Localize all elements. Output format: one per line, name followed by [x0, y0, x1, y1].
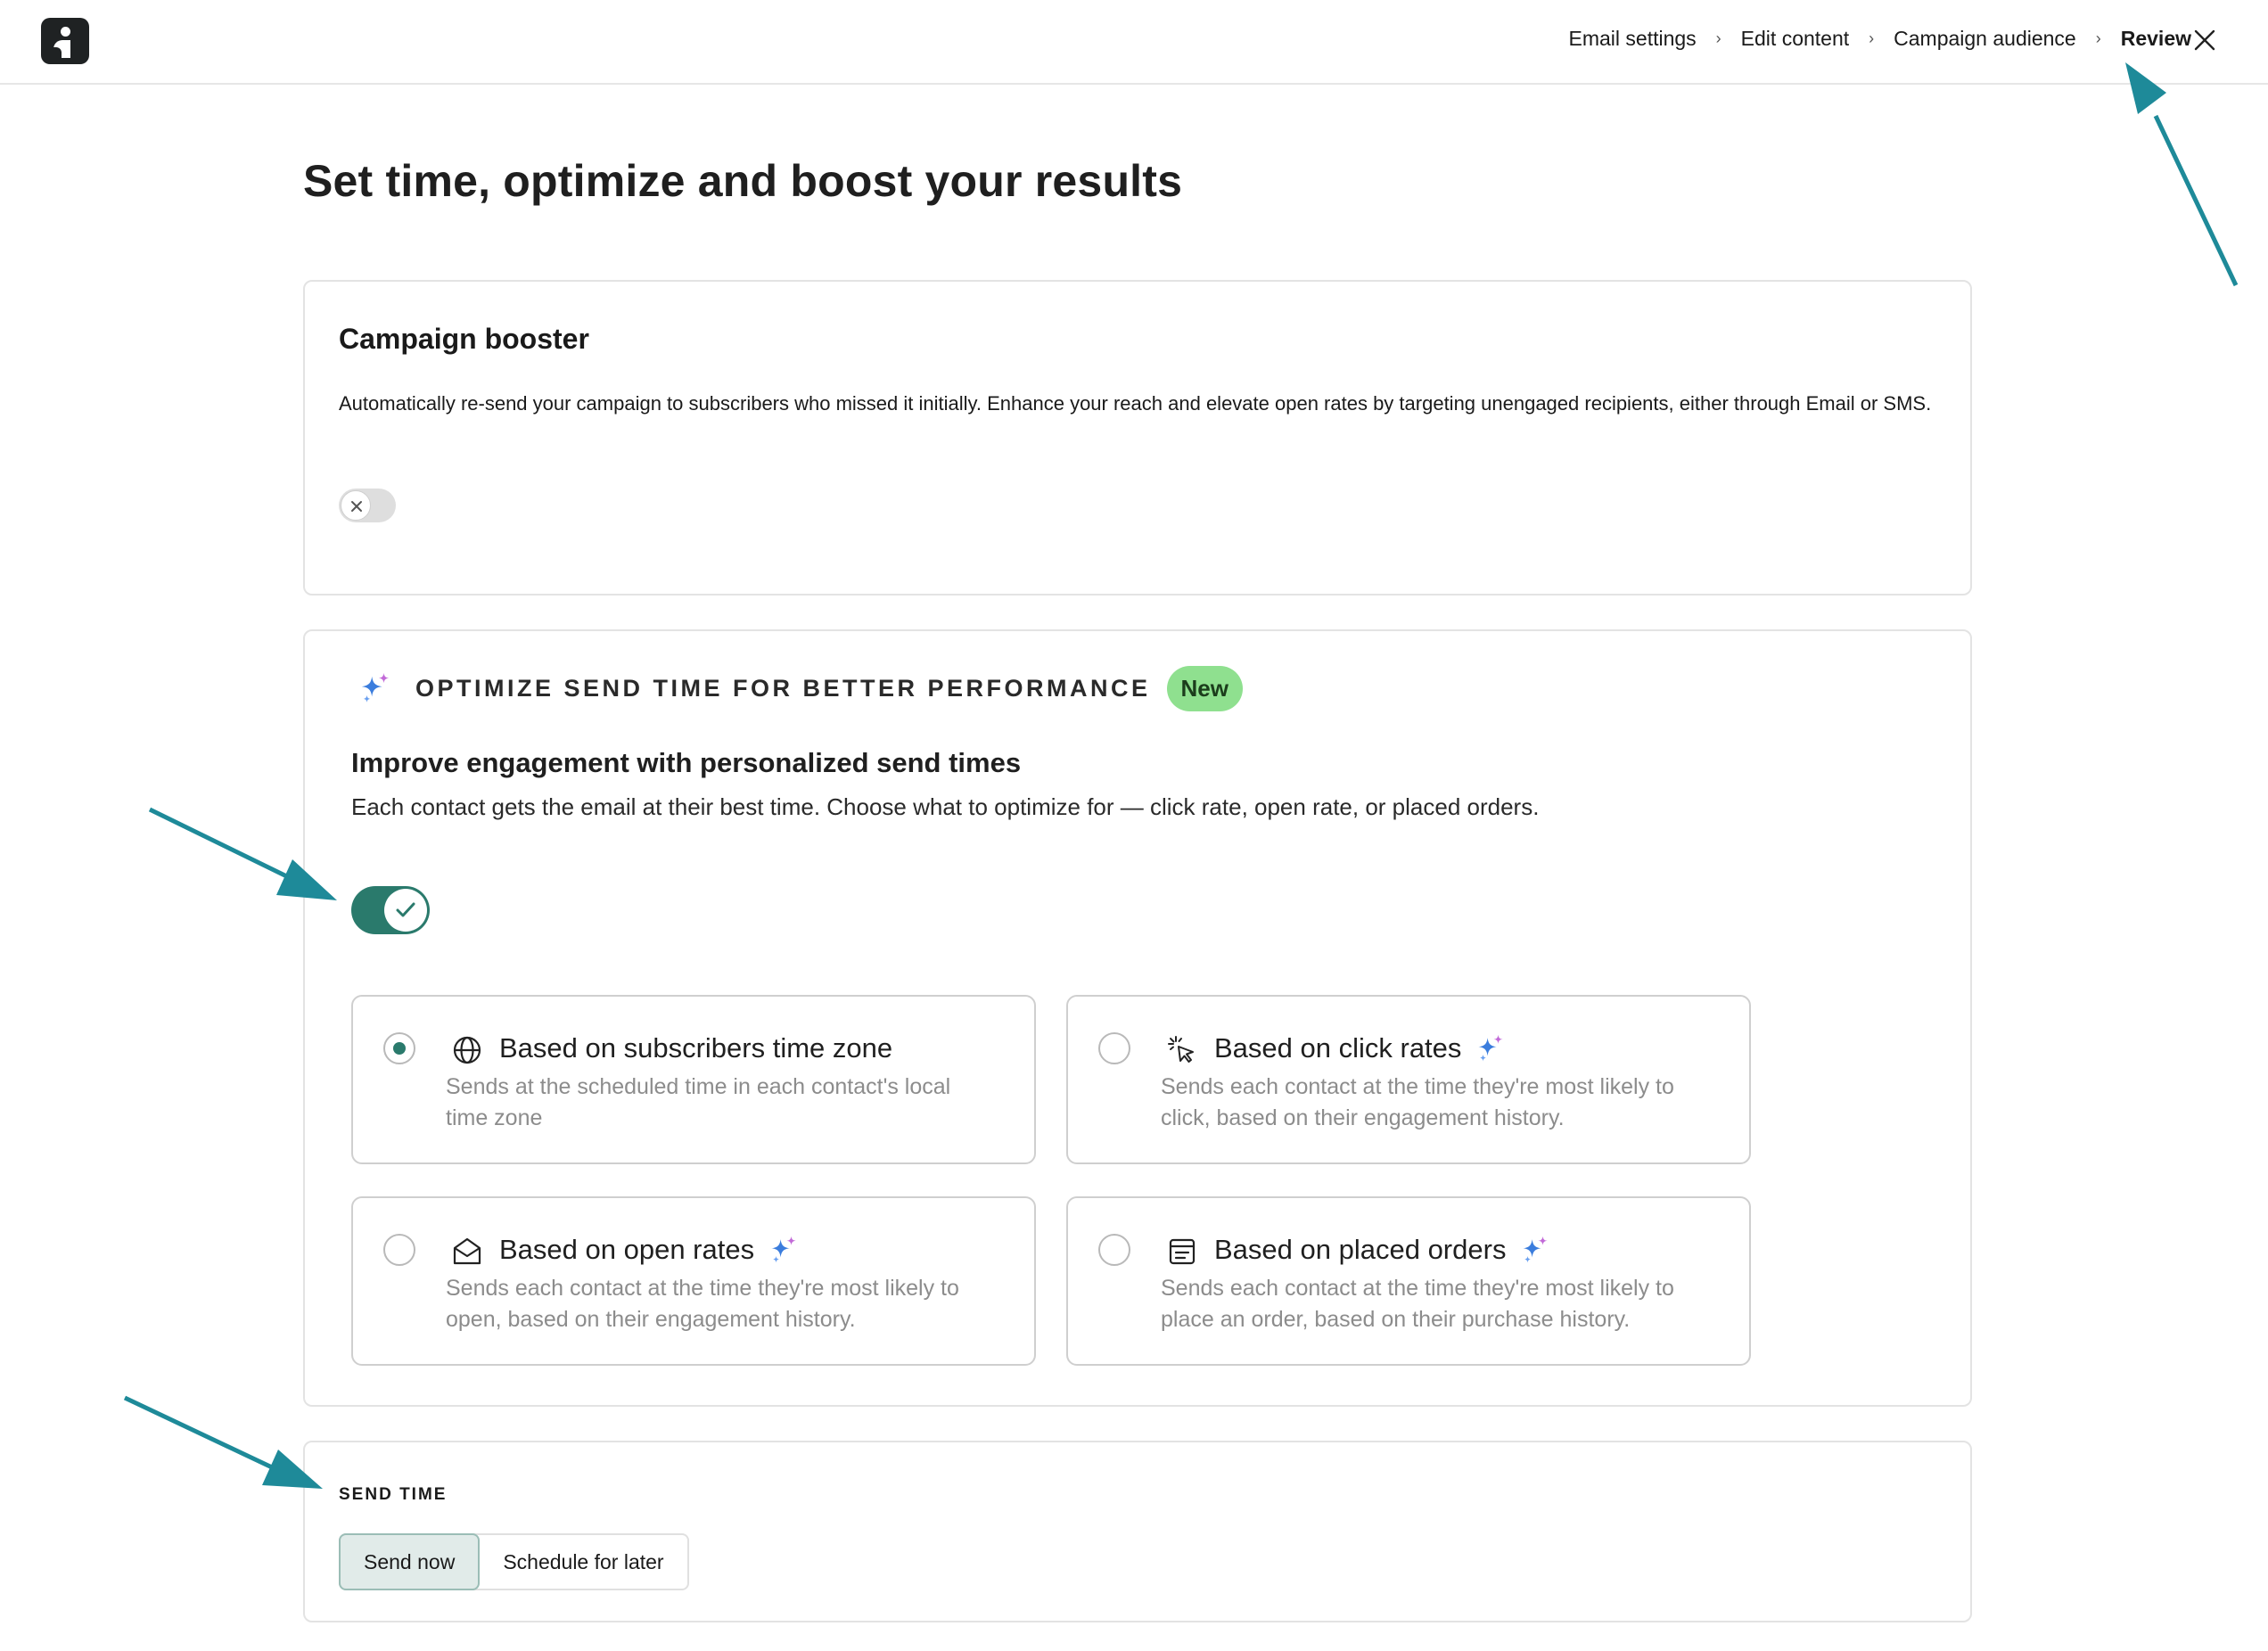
option-label: Based on placed orders: [1214, 1234, 1507, 1265]
sparkle-icon: [1523, 1236, 1549, 1263]
send-time-segmented-control: Send now Schedule for later: [339, 1533, 689, 1590]
optimize-title: OPTIMIZE SEND TIME FOR BETTER PERFORMANC…: [415, 674, 1151, 702]
option-click-rates[interactable]: Based on click rates Sends each contact …: [1066, 995, 1751, 1164]
chevron-right-icon: ›: [2095, 29, 2101, 47]
annotation-arrow-toggle: [148, 807, 337, 900]
send-now-button[interactable]: Send now: [339, 1533, 481, 1590]
annotation-arrow-review: [2125, 62, 2239, 287]
booster-description: Automatically re-send your campaign to s…: [339, 392, 1932, 415]
optimize-toggle[interactable]: [351, 886, 430, 934]
optimize-header: OPTIMIZE SEND TIME FOR BETTER PERFORMANC…: [358, 663, 1243, 713]
sparkle-icon: [1478, 1034, 1504, 1062]
option-label: Based on open rates: [499, 1234, 755, 1265]
radio-click-rates[interactable]: [1098, 1032, 1130, 1064]
top-bar: Email settings › Edit content › Campaign…: [0, 0, 2268, 85]
breadcrumb-edit-content[interactable]: Edit content: [1741, 27, 1849, 51]
radio-placed-orders[interactable]: [1098, 1234, 1130, 1266]
option-placed-orders[interactable]: Based on placed orders Sends each contac…: [1066, 1196, 1751, 1366]
send-time-card: SEND TIME Send now Schedule for later: [303, 1441, 1972, 1622]
schedule-for-later-button[interactable]: Schedule for later: [480, 1535, 686, 1589]
option-label: Based on subscribers time zone: [499, 1032, 893, 1064]
envelope-open-icon: [453, 1237, 481, 1265]
option-open-rates[interactable]: Based on open rates Sends each contact a…: [351, 1196, 1036, 1366]
option-description: Sends each contact at the time they're m…: [1161, 1074, 1674, 1130]
chevron-right-icon: ›: [1715, 29, 1722, 47]
booster-toggle[interactable]: [339, 489, 396, 522]
option-label: Based on click rates: [1214, 1032, 1462, 1064]
radio-time-zone[interactable]: [383, 1032, 415, 1064]
breadcrumb-review[interactable]: Review: [2121, 27, 2191, 51]
breadcrumb-campaign-audience[interactable]: Campaign audience: [1894, 27, 2076, 51]
sparkle-icon: [361, 672, 390, 703]
toggle-knob: [341, 490, 371, 521]
booster-title: Campaign booster: [339, 323, 589, 355]
optimize-send-time-card: OPTIMIZE SEND TIME FOR BETTER PERFORMANC…: [303, 629, 1972, 1407]
campaign-booster-card: Campaign booster Automatically re-send y…: [303, 280, 1972, 596]
app-logo[interactable]: [41, 18, 89, 64]
receipt-icon: [1169, 1238, 1196, 1265]
page-title: Set time, optimize and boost your result…: [303, 156, 1183, 206]
annotation-arrow-send-time: [123, 1395, 323, 1489]
breadcrumb-email-settings[interactable]: Email settings: [1569, 27, 1697, 51]
breadcrumb: Email settings › Edit content › Campaign…: [1569, 27, 2192, 51]
toggle-knob: [384, 889, 427, 932]
sparkle-icon: [771, 1236, 796, 1263]
optimize-subtitle: Improve engagement with personalized sen…: [351, 747, 1022, 778]
close-icon[interactable]: [2191, 27, 2218, 53]
option-description: Sends each contact at the time they're m…: [446, 1276, 959, 1332]
option-description: Sends at the scheduled time in each cont…: [446, 1074, 951, 1130]
globe-icon: [453, 1036, 481, 1064]
chevron-right-icon: ›: [1869, 29, 1875, 47]
cursor-click-icon: [1168, 1036, 1194, 1063]
radio-open-rates[interactable]: [383, 1234, 415, 1266]
send-time-label: SEND TIME: [339, 1485, 448, 1504]
option-time-zone[interactable]: Based on subscribers time zone Sends at …: [351, 995, 1036, 1164]
x-icon: [351, 501, 362, 512]
optimize-description: Each contact gets the email at their bes…: [351, 793, 1540, 820]
check-icon: [396, 902, 415, 917]
new-badge: New: [1166, 665, 1243, 711]
option-description: Sends each contact at the time they're m…: [1161, 1276, 1674, 1332]
